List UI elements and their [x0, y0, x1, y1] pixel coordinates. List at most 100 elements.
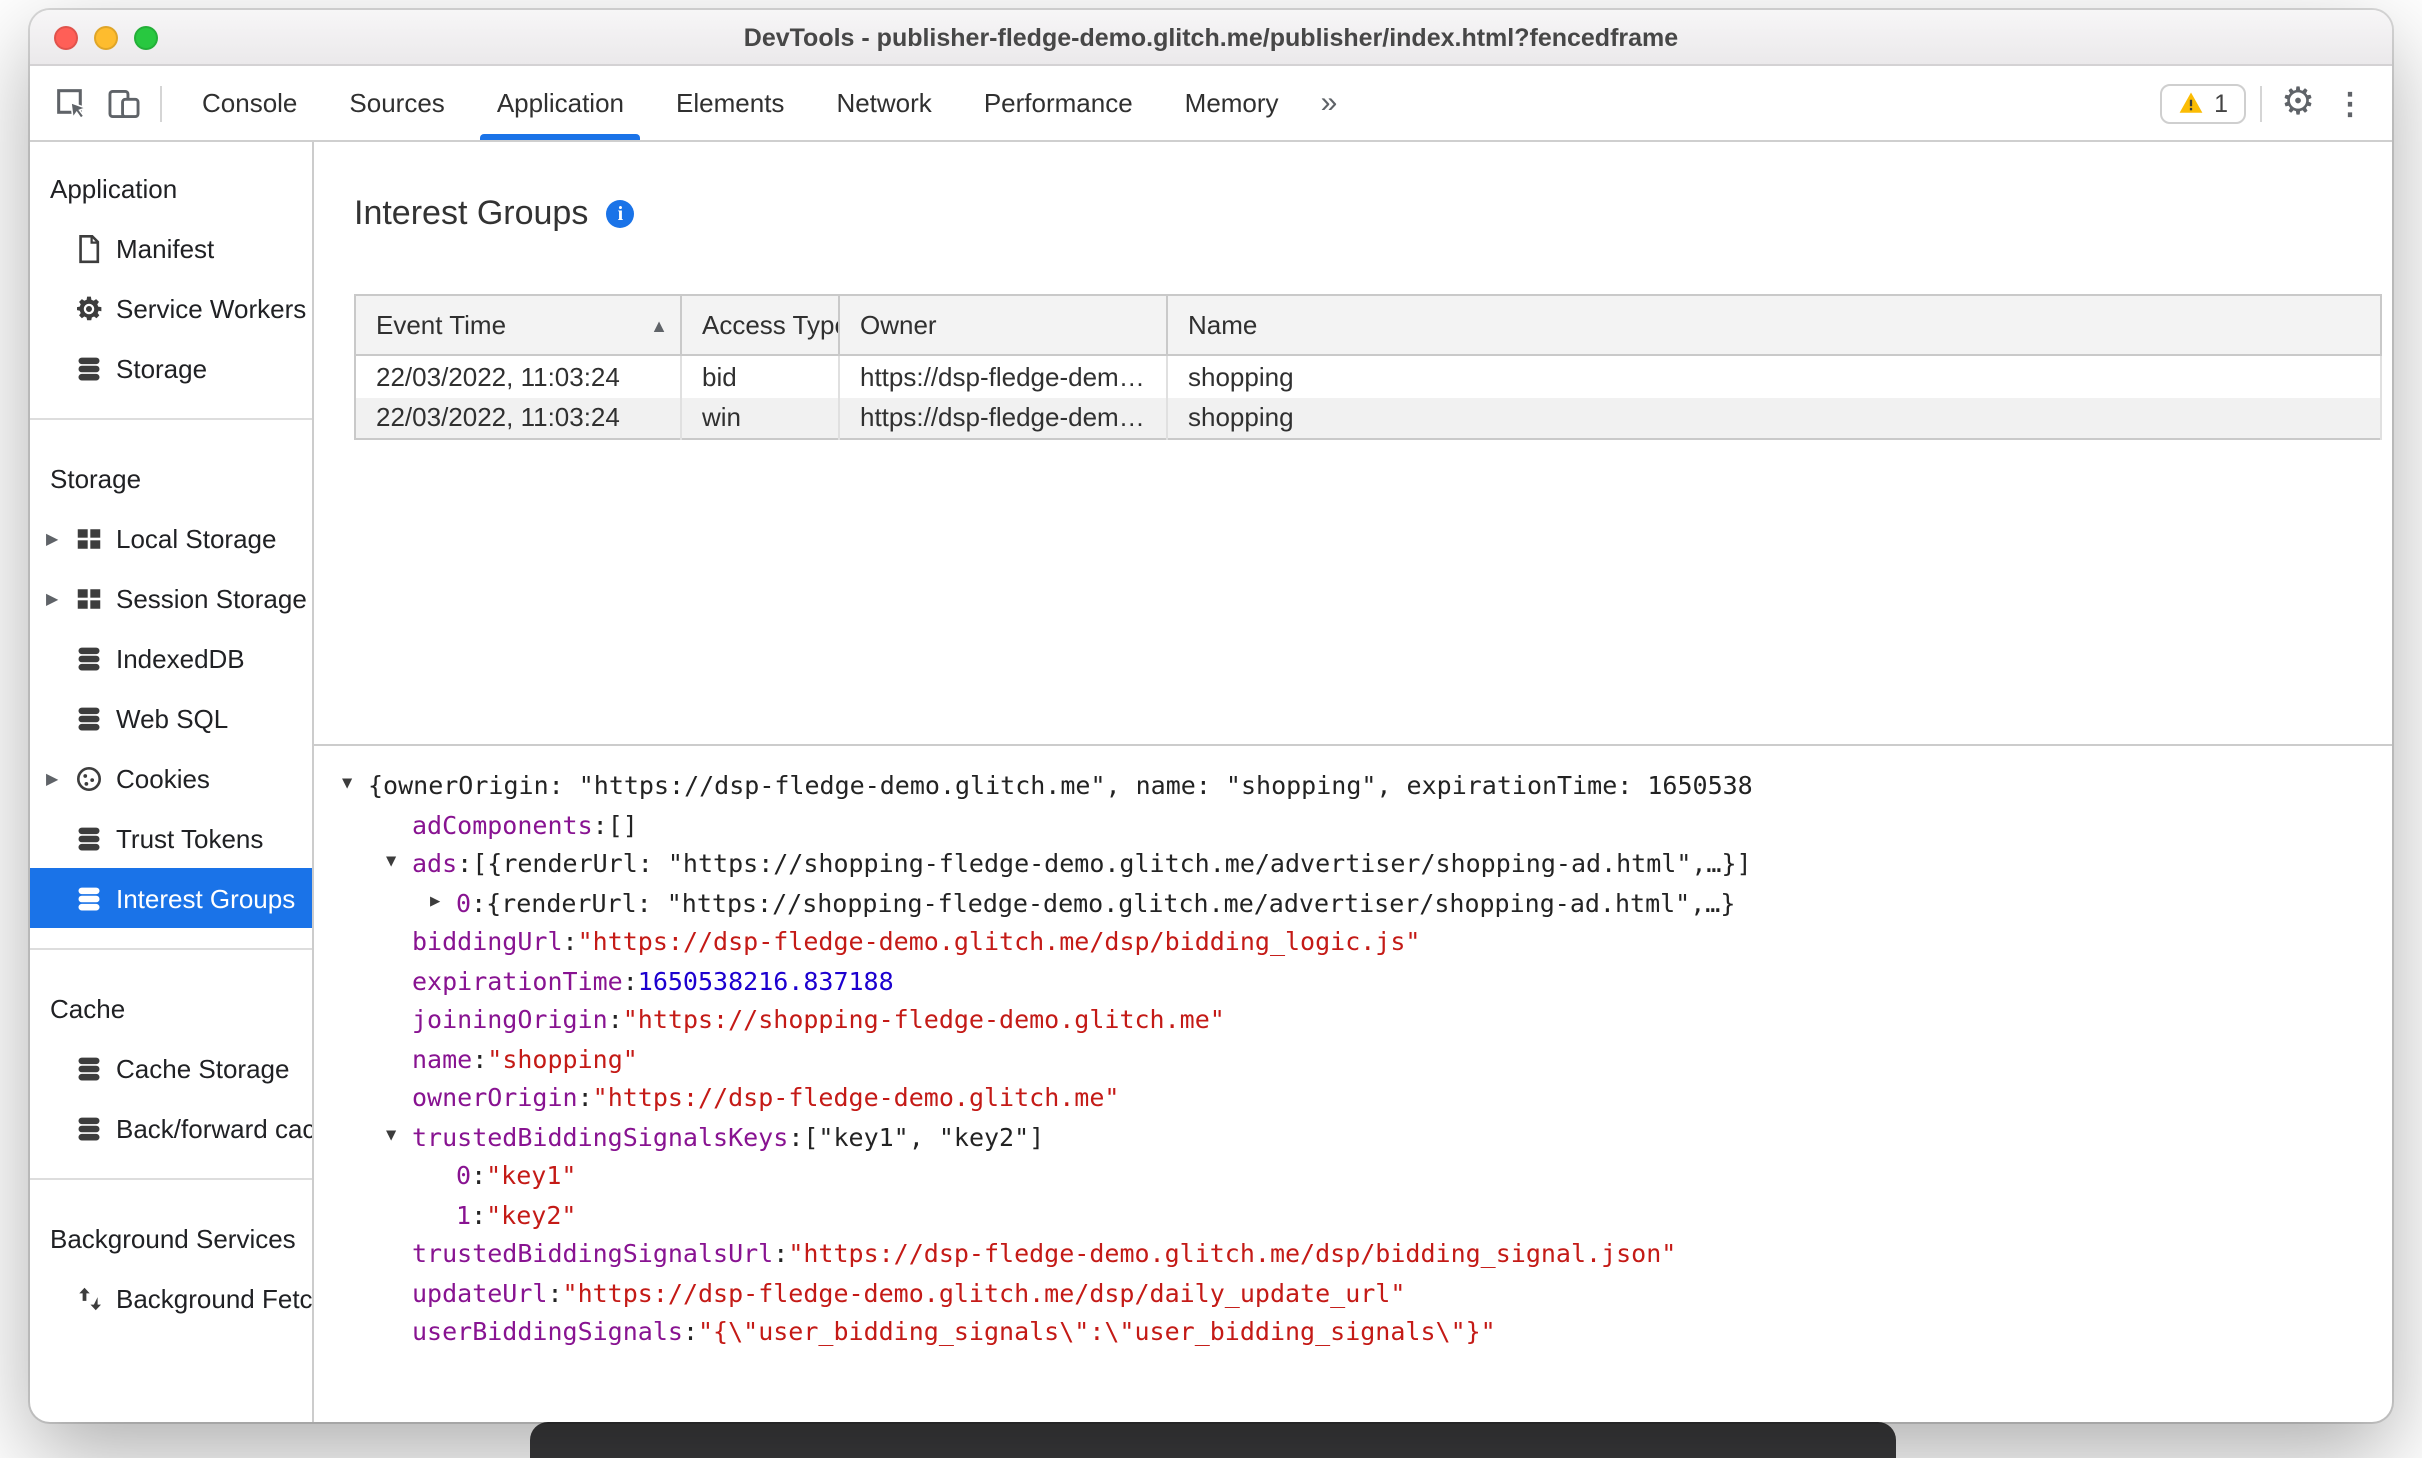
- warning-triangle-icon: [2179, 92, 2203, 113]
- device-toolbar-icon[interactable]: [98, 77, 150, 129]
- tree-string-value: "{\"user_bidding_signals\":\"user_biddin…: [698, 1316, 1496, 1346]
- interest-group-details-tree: ▼ {ownerOrigin: "https://dsp-fledge-demo.…: [314, 744, 2392, 1422]
- database-icon: [72, 1112, 104, 1144]
- sidebar-item-cookies[interactable]: ▶ Cookies: [30, 748, 312, 808]
- inspect-element-icon[interactable]: [46, 77, 98, 129]
- tree-collapse-arrow-icon[interactable]: ▼: [386, 844, 412, 883]
- tree-text: :: [577, 1082, 593, 1112]
- sidebar-item-label: Background Fetch: [116, 1283, 314, 1313]
- sidebar-item-web-sql[interactable]: Web SQL: [30, 688, 312, 748]
- issues-warning-badge[interactable]: 1: [2160, 83, 2246, 123]
- sidebar-section-application[interactable]: Application: [30, 158, 312, 218]
- tree-line: name: "shopping": [386, 1039, 2392, 1078]
- table-cell: 22/03/2022, 11:03:24: [355, 355, 682, 397]
- sidebar-item-indexeddb[interactable]: IndexedDB: [30, 628, 312, 688]
- tree-line: ▶ 0: {renderUrl: "https://shopping-fledge…: [430, 883, 2392, 922]
- tab-network[interactable]: Network: [810, 66, 957, 140]
- tree-property-key: 0: [456, 1160, 472, 1190]
- sidebar-item-interest-groups[interactable]: Interest Groups: [30, 868, 312, 928]
- tree-text: :: [547, 1277, 563, 1307]
- toolbar-separator: [2260, 85, 2262, 121]
- sidebar-section-divider: [30, 1178, 312, 1180]
- chevron-right-icon[interactable]: ▶: [46, 769, 72, 787]
- column-header-access-type[interactable]: Access Type: [681, 295, 840, 356]
- tab-application[interactable]: Application: [471, 66, 650, 140]
- tree-text: :: [682, 1316, 698, 1346]
- tree-text: ["key1", "key2"]: [803, 1121, 1045, 1151]
- zoom-window-button[interactable]: [134, 25, 158, 49]
- tree-collapse-arrow-icon[interactable]: ▼: [342, 766, 368, 805]
- sidebar-item-back-forward-cache[interactable]: Back/forward cache: [30, 1098, 312, 1158]
- tree-line: 0: "key1": [430, 1156, 2392, 1195]
- sidebar-item-local-storage[interactable]: ▶ Local Storage: [30, 508, 312, 568]
- tree-text: :: [773, 1238, 789, 1268]
- sidebar-item-cache-storage[interactable]: Cache Storage: [30, 1038, 312, 1098]
- tab-sources[interactable]: Sources: [323, 66, 470, 140]
- sidebar-item-label: Session Storage: [116, 583, 307, 613]
- tree-text: {ownerOrigin: "https://dsp-fledge-demo.g…: [368, 770, 1753, 800]
- column-header-label: Owner: [860, 310, 937, 340]
- tree-property-key: name: [412, 1043, 473, 1073]
- tab-elements[interactable]: Elements: [650, 66, 810, 140]
- tree-line: userBiddingSignals: "{\"user_bidding_sig…: [386, 1312, 2392, 1351]
- chevron-right-icon[interactable]: ▶: [46, 589, 72, 607]
- tree-text: []: [607, 809, 638, 839]
- sidebar-item-trust-tokens[interactable]: Trust Tokens: [30, 808, 312, 868]
- sidebar-item-label: Storage: [116, 353, 208, 383]
- tree-line: ▼ {ownerOrigin: "https://dsp-fledge-demo.…: [342, 766, 2392, 805]
- tab-console[interactable]: Console: [176, 66, 323, 140]
- sidebar-item-background-fetch[interactable]: Background Fetch: [30, 1268, 312, 1328]
- sidebar-section-divider: [30, 948, 312, 950]
- sidebar-item-label: Cookies: [116, 763, 210, 793]
- sidebar-item-manifest[interactable]: Manifest: [30, 218, 312, 278]
- desktop: DevTools - publisher-fledge-demo.glitch.…: [0, 0, 2422, 1458]
- tree-line: 1: "key2": [430, 1195, 2392, 1234]
- sidebar-item-label: Back/forward cache: [116, 1113, 312, 1143]
- page-title: Interest Groups: [354, 194, 589, 232]
- column-header-event-time[interactable]: Event Time ▲: [355, 295, 682, 356]
- chevron-right-icon[interactable]: ▶: [46, 529, 72, 547]
- tree-line: joiningOrigin: "https://shopping-fledge-…: [386, 1000, 2392, 1039]
- sidebar-item-session-storage[interactable]: ▶ Session Storage: [30, 568, 312, 628]
- tree-line: trustedBiddingSignalsUrl: "https://dsp-f…: [386, 1234, 2392, 1273]
- tree-expand-arrow-icon[interactable]: ▶: [430, 883, 456, 922]
- database-icon: [72, 1052, 104, 1084]
- devtools-window: DevTools - publisher-fledge-demo.glitch.…: [30, 10, 2392, 1422]
- database-icon: [72, 352, 104, 384]
- sidebar-item-storage[interactable]: Storage: [30, 338, 312, 398]
- sidebar-item-service-workers[interactable]: Service Workers: [30, 278, 312, 338]
- database-icon: [72, 822, 104, 854]
- minimize-window-button[interactable]: [94, 25, 118, 49]
- tab-performance[interactable]: Performance: [958, 66, 1159, 140]
- sidebar-section-background-services[interactable]: Background Services: [30, 1208, 312, 1268]
- tree-property-key: ads: [412, 848, 458, 878]
- interest-groups-table: Event Time ▲ Access Type Owner Name 22/03/20…: [354, 294, 2382, 440]
- titlebar: DevTools - publisher-fledge-demo.glitch.…: [30, 10, 2392, 66]
- table-cell: bid: [681, 355, 840, 397]
- tree-text: :: [607, 1004, 623, 1034]
- sidebar-section-cache[interactable]: Cache: [30, 978, 312, 1038]
- close-window-button[interactable]: [54, 25, 78, 49]
- tree-collapse-arrow-icon[interactable]: ▼: [386, 1117, 412, 1156]
- background-window-strip: [530, 1422, 1896, 1458]
- info-icon[interactable]: i: [606, 200, 635, 228]
- more-tabs-icon[interactable]: »: [1305, 86, 1354, 120]
- window-title: DevTools - publisher-fledge-demo.glitch.…: [743, 23, 1679, 51]
- tree-number-value: 1650538216.837188: [637, 965, 894, 995]
- table-row[interactable]: 22/03/2022, 11:03:24 bid https://dsp-fledg…: [355, 355, 2382, 397]
- table-row[interactable]: 22/03/2022, 11:03:24 win https://dsp-fledg…: [355, 397, 2382, 439]
- column-header-label: Name: [1188, 310, 1258, 340]
- table-header-row: Event Time ▲ Access Type Owner Name: [355, 295, 2382, 356]
- kebab-menu-icon[interactable]: ⋮: [2324, 77, 2376, 129]
- warning-count: 1: [2214, 89, 2228, 117]
- sidebar-item-label: Cache Storage: [116, 1053, 290, 1083]
- tree-text: :: [562, 926, 578, 956]
- settings-gear-icon[interactable]: ⚙: [2272, 77, 2324, 129]
- column-header-name[interactable]: Name: [1167, 295, 2382, 356]
- sidebar-item-label: Service Workers: [116, 293, 307, 323]
- sidebar-section-storage[interactable]: Storage: [30, 448, 312, 508]
- database-icon: [72, 882, 104, 914]
- tree-line: expirationTime: 1650538216.837188: [386, 961, 2392, 1000]
- tab-memory[interactable]: Memory: [1159, 66, 1305, 140]
- column-header-owner[interactable]: Owner: [839, 295, 1168, 356]
